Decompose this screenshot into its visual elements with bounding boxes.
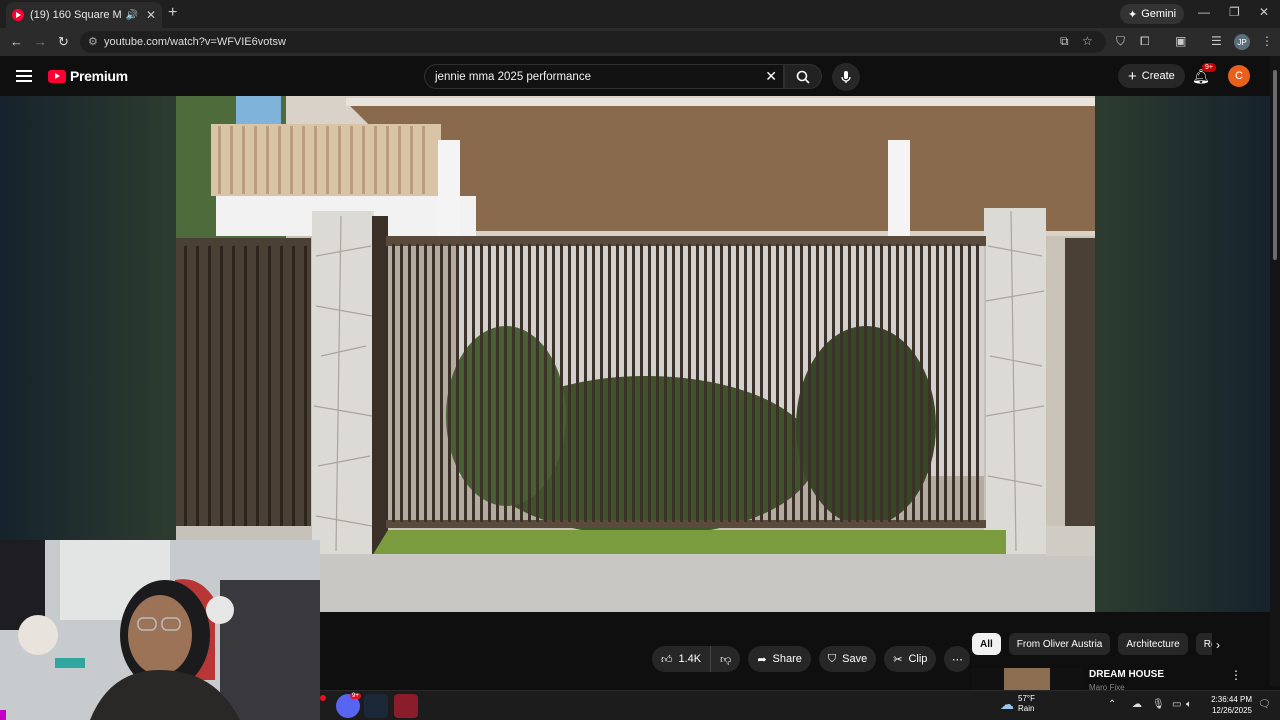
new-tab-button[interactable]: + [168, 4, 177, 22]
clock-date: 12/26/2025 [1211, 706, 1252, 715]
more-actions-button[interactable]: ⋯ [944, 646, 971, 672]
site-info-icon[interactable]: ⚙ [88, 35, 98, 48]
video-player[interactable] [0, 96, 1270, 612]
webcam-feed-image [0, 540, 320, 720]
discord-badge: 9+ [350, 693, 361, 699]
clip-button[interactable]: ✂ Clip [884, 646, 937, 672]
tab-title: (19) 160 Square Meter Hou [30, 9, 122, 21]
sparkle-icon: ✦ [1128, 8, 1138, 21]
chip-architecture[interactable]: Architecture [1118, 633, 1188, 655]
volume-icon[interactable]: 🔈︎ [1186, 699, 1192, 710]
windows-taskbar: 9+ ☁ 57°F Rain ⌃ ☁ 🎙︎ ▭ 🔈︎ 2:36:44 PM 12… [320, 690, 1280, 720]
share-button[interactable]: ➦ Share [748, 646, 811, 672]
extensions-puzzle-icon[interactable]: ⧠ [1140, 34, 1150, 49]
create-label: Create [1141, 70, 1175, 82]
weather-condition: Rain [1018, 704, 1035, 713]
weather-widget[interactable]: ☁ 57°F Rain [1000, 694, 1035, 714]
video-frame[interactable] [176, 96, 1095, 612]
onedrive-cloud-icon[interactable]: ☁ [1132, 699, 1142, 710]
scrollbar-thumb[interactable] [1273, 70, 1277, 260]
dislike-button[interactable]: 👎︎ [711, 646, 741, 672]
chevron-up-icon[interactable]: ⌃ [1108, 699, 1116, 710]
more-vertical-icon[interactable]: ⋮ [1230, 668, 1242, 682]
system-clock[interactable]: 2:36:44 PM 12/26/2025 [1200, 694, 1252, 716]
scissors-icon: ✂ [893, 653, 903, 666]
recommended-video-item[interactable]: DREAM HOUSE Maro Fixe ⋮ [972, 668, 1262, 692]
shield-extension-icon[interactable]: ⛉ [1116, 34, 1125, 49]
logo-text: Premium [70, 68, 128, 84]
thumbs-down-icon: 👎︎ [720, 653, 732, 666]
notification-center-icon[interactable]: 🗨︎ [1258, 699, 1271, 710]
page-scrollbar[interactable] [1270, 56, 1280, 686]
network-icon[interactable]: ▭ [1172, 699, 1181, 710]
recommended-video-title[interactable]: DREAM HOUSE [1089, 669, 1164, 680]
clock-time: 2:36:44 PM [1211, 695, 1252, 704]
rain-cloud-icon: ☁ [1000, 696, 1014, 712]
search-button[interactable] [784, 64, 822, 89]
recommendation-filter-chips: All From Oliver Austria Architecture Rel… [972, 633, 1212, 655]
browser-tab[interactable]: (19) 160 Square Meter Hou 🔊 ✕ [6, 2, 162, 28]
chevron-right-icon[interactable]: › [1216, 638, 1220, 652]
plus-icon: + [1128, 67, 1137, 85]
search-icon [796, 70, 810, 84]
browser-menu-icon[interactable]: ⋮ [1261, 34, 1273, 48]
video-actions-bar: 👍︎ 1.4K 👎︎ ➦ Share ⛉ Save ✂ Clip ⋯ [652, 646, 971, 672]
steam-app-icon[interactable] [364, 694, 388, 718]
clear-search-icon[interactable]: ✕ [765, 68, 777, 85]
hamburger-menu-icon[interactable] [16, 70, 32, 82]
browser-tab-bar: (19) 160 Square Meter Hou 🔊 ✕ + ✦ Gemini… [0, 0, 1280, 28]
address-bar[interactable]: ⚙ youtube.com/watch?v=WFVIE6votsw [80, 31, 1106, 53]
account-avatar[interactable]: C [1228, 65, 1250, 87]
install-app-icon[interactable]: ⧉ [1060, 34, 1069, 49]
microphone-icon [841, 71, 851, 83]
youtube-header: Premium jennie mma 2025 performance ✕ + … [0, 56, 1280, 96]
like-count: 1.4K [678, 653, 702, 665]
browser-toolbar: ← → ↻ ⚙ youtube.com/watch?v=WFVIE6votsw … [0, 28, 1280, 56]
share-label: Share [772, 653, 802, 665]
chip-related[interactable]: Rela [1195, 633, 1212, 655]
url-text: youtube.com/watch?v=WFVIE6votsw [104, 36, 286, 48]
video-scene-gate-render [176, 96, 1095, 612]
minimize-window-button[interactable]: — [1198, 5, 1210, 19]
microphone-tray-icon[interactable]: 🎙︎ [1152, 699, 1165, 710]
chip-all[interactable]: All [972, 633, 1001, 655]
chip-from-channel[interactable]: From Oliver Austria [1008, 633, 1111, 655]
youtube-play-logo-icon [48, 69, 66, 83]
gemini-button[interactable]: ✦ Gemini [1120, 4, 1185, 24]
restore-window-button[interactable]: ❐ [1229, 5, 1240, 19]
thumbs-up-icon: 👍︎ [661, 653, 673, 666]
youtube-favicon-icon [12, 9, 24, 21]
webcam-overlay [0, 540, 320, 720]
split-view-icon[interactable]: ▣ [1175, 34, 1186, 48]
clip-label: Clip [908, 653, 928, 665]
more-horizontal-icon: ⋯ [951, 653, 963, 666]
gemini-label: Gemini [1141, 8, 1177, 20]
like-button[interactable]: 👍︎ 1.4K [652, 646, 712, 672]
back-button[interactable]: ← [10, 34, 23, 49]
search-query: jennie mma 2025 performance [435, 70, 591, 83]
create-button[interactable]: + Create [1118, 64, 1185, 88]
bookmark-icon: ⛉ [827, 652, 837, 665]
reload-button[interactable]: ↻ [58, 34, 69, 50]
browser-profile-avatar[interactable]: JP [1234, 34, 1250, 50]
search-input[interactable]: jennie mma 2025 performance ✕ [424, 64, 784, 89]
app-icon[interactable] [394, 694, 418, 718]
youtube-premium-logo[interactable]: Premium [48, 68, 128, 84]
record-indicator-icon [320, 695, 326, 701]
temperature: 57°F [1018, 694, 1035, 703]
close-window-button[interactable]: ✕ [1259, 5, 1269, 19]
save-label: Save [842, 653, 868, 665]
close-tab-icon[interactable]: ✕ [146, 8, 156, 22]
reading-list-icon[interactable]: ☰ [1211, 34, 1222, 48]
voice-search-button[interactable] [832, 63, 860, 91]
forward-button[interactable]: → [34, 34, 47, 49]
recommended-video-thumbnail[interactable] [972, 668, 1082, 690]
share-arrow-icon: ➦ [757, 653, 767, 666]
speaker-icon[interactable]: 🔊 [125, 10, 137, 21]
notifications-badge: 9+ [1202, 63, 1216, 72]
save-button[interactable]: ⛉ Save [818, 646, 877, 672]
bookmark-star-icon[interactable]: ☆ [1082, 34, 1093, 48]
like-dislike-group: 👍︎ 1.4K 👎︎ [652, 646, 741, 672]
